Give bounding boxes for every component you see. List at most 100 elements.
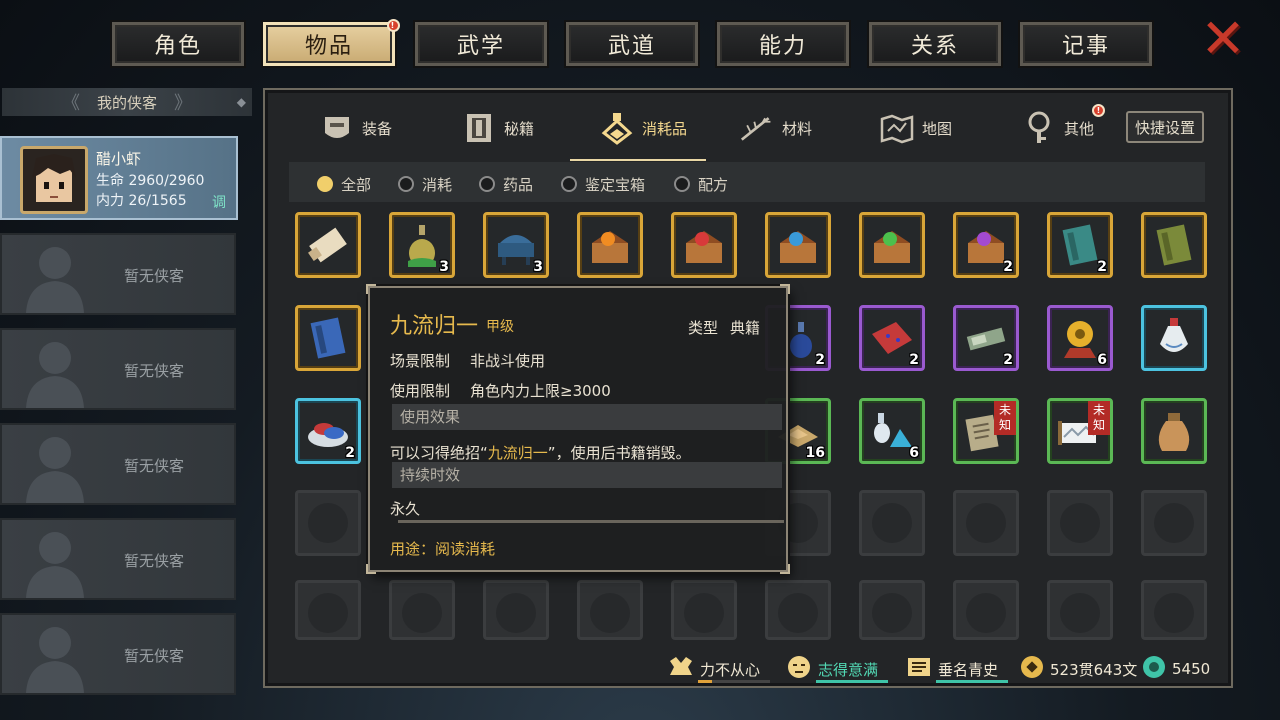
tab-abilities[interactable]: 能力 (715, 20, 851, 68)
filter-all[interactable]: 全部 (317, 175, 372, 194)
item-slot[interactable]: 2 (953, 305, 1019, 371)
hero-hp: 生命 2960/2960 (96, 173, 205, 189)
category-other[interactable]: 其他 ! (1022, 100, 1105, 156)
empty-item-slot[interactable] (295, 490, 361, 556)
empty-item-slot[interactable] (1047, 490, 1113, 556)
empty-item-slot[interactable] (765, 580, 831, 640)
item-slot[interactable]: 2 (1047, 212, 1113, 278)
item-slot[interactable]: 6 (859, 398, 925, 464)
empty-item-slot[interactable] (859, 580, 925, 640)
tab-relations[interactable]: 关系 (867, 20, 1003, 68)
armor-icon (320, 111, 354, 145)
duration-header: 持续时效 (392, 462, 782, 488)
silhouette-icon (26, 627, 84, 693)
tooltip-corner (366, 284, 376, 294)
tab-journal[interactable]: 记事 (1018, 20, 1154, 68)
item-count: 2 (1097, 259, 1107, 275)
status-bar-fill (698, 680, 713, 683)
item-slot[interactable] (765, 212, 831, 278)
empty-item-slot[interactable] (1141, 490, 1207, 556)
status-money: 523贯643文 (1020, 656, 1137, 682)
hero-card[interactable]: 醋小虾 生命 2960/2960 内力 26/1565 调 (0, 136, 238, 220)
sidebar-header: 《 我的侠客 》 ◆ (2, 88, 252, 116)
empty-item-slot[interactable] (1047, 580, 1113, 640)
item-slot[interactable] (1141, 398, 1207, 464)
empty-item-slot[interactable] (953, 490, 1019, 556)
category-consumables[interactable]: 消耗品 (600, 100, 687, 156)
category-equipment[interactable]: 装备 (320, 100, 392, 156)
empty-item-slot[interactable] (295, 580, 361, 640)
item-slot[interactable] (859, 212, 925, 278)
item-slot[interactable]: 2 (953, 212, 1019, 278)
filter-label: 药品 (503, 175, 534, 194)
item-type-value: 典籍 (730, 319, 761, 337)
item-slot[interactable]: 3 (389, 212, 455, 278)
jade-icon (1142, 655, 1166, 683)
empty-hero-slot[interactable]: 暂无侠客 (0, 518, 236, 600)
status-mood[interactable]: 志得意满 (786, 656, 888, 683)
category-label: 地图 (922, 119, 953, 138)
use-limit-value: 角色内力上限≥3000 (470, 382, 611, 400)
item-count: 2 (1003, 259, 1013, 275)
filter-consume[interactable]: 消耗 (398, 175, 452, 194)
empty-item-slot[interactable] (671, 580, 737, 640)
radio-icon (479, 176, 495, 192)
unknown-tag: 未知 (994, 401, 1016, 435)
empty-hero-slot[interactable]: 暂无侠客 (0, 233, 236, 315)
filter-medicine[interactable]: 药品 (479, 175, 534, 194)
quick-settings-button[interactable]: 快捷设置 (1126, 111, 1204, 143)
tab-label: 武学 (456, 34, 505, 59)
empty-item-slot[interactable] (1141, 580, 1207, 640)
tab-martial-way[interactable]: 武道 (564, 20, 700, 68)
empty-slot-label: 暂无侠客 (124, 647, 185, 665)
empty-item-slot[interactable] (389, 580, 455, 640)
empty-hero-slot[interactable]: 暂无侠客 (0, 423, 236, 505)
category-maps[interactable]: 地图 (880, 100, 952, 156)
item-slot[interactable] (577, 212, 643, 278)
item-slot[interactable]: 未知 (953, 398, 1019, 464)
item-slot[interactable]: 2 (295, 398, 361, 464)
item-slot[interactable] (1141, 212, 1207, 278)
item-slot[interactable]: 2 (859, 305, 925, 371)
item-count: 2 (1003, 352, 1013, 368)
filter-recipe[interactable]: 配方 (674, 175, 728, 194)
scroll-icon (308, 227, 347, 263)
coin-icon (1020, 655, 1044, 683)
item-type-label: 类型 (688, 319, 719, 337)
category-materials[interactable]: 材料 (740, 100, 812, 156)
item-slot[interactable]: 6 (1047, 305, 1113, 371)
scene-limit-value: 非战斗使用 (470, 352, 546, 370)
empty-item-slot[interactable] (859, 490, 925, 556)
tab-martial-arts[interactable]: 武学 (413, 20, 549, 68)
empty-item-slot[interactable] (577, 580, 643, 640)
item-slot[interactable]: 未知 (1047, 398, 1113, 464)
filter-appraise-chest[interactable]: 鉴定宝箱 (561, 175, 645, 194)
divider (398, 520, 784, 523)
status-reputation[interactable]: 垂名青史 (906, 655, 1008, 683)
use-limit-row: 使用限制 角色内力上限≥3000 (390, 380, 611, 401)
item-slot[interactable]: 3 (483, 212, 549, 278)
empty-item-slot[interactable] (483, 580, 549, 640)
status-strength[interactable]: 力不从心 (668, 656, 770, 683)
empty-item-slot[interactable] (953, 580, 1019, 640)
reputation-icon (906, 655, 932, 683)
empty-hero-slot[interactable]: 暂无侠客 (0, 613, 236, 695)
close-button[interactable]: ✕ (1196, 12, 1250, 66)
item-slot[interactable] (671, 212, 737, 278)
tab-label: 武道 (607, 34, 656, 59)
category-label: 消耗品 (642, 119, 688, 138)
filter-label: 全部 (341, 175, 372, 194)
item-slot[interactable] (295, 212, 361, 278)
adjust-button[interactable]: 调 (212, 192, 226, 212)
empty-hero-slot[interactable]: 暂无侠客 (0, 328, 236, 410)
tab-items[interactable]: 物品 ! (261, 19, 400, 68)
cloth-sack-icon (1158, 413, 1190, 451)
tab-label: 记事 (1061, 34, 1110, 59)
tab-character[interactable]: 角色 (110, 20, 246, 68)
status-jade: 5450 (1142, 656, 1210, 682)
category-manuals[interactable]: 秘籍 (462, 100, 534, 156)
item-slot[interactable] (295, 305, 361, 371)
treasure-chest-green-icon (874, 231, 910, 263)
item-slot[interactable] (1141, 305, 1207, 371)
money-value: 523贯643文 (1050, 660, 1138, 679)
